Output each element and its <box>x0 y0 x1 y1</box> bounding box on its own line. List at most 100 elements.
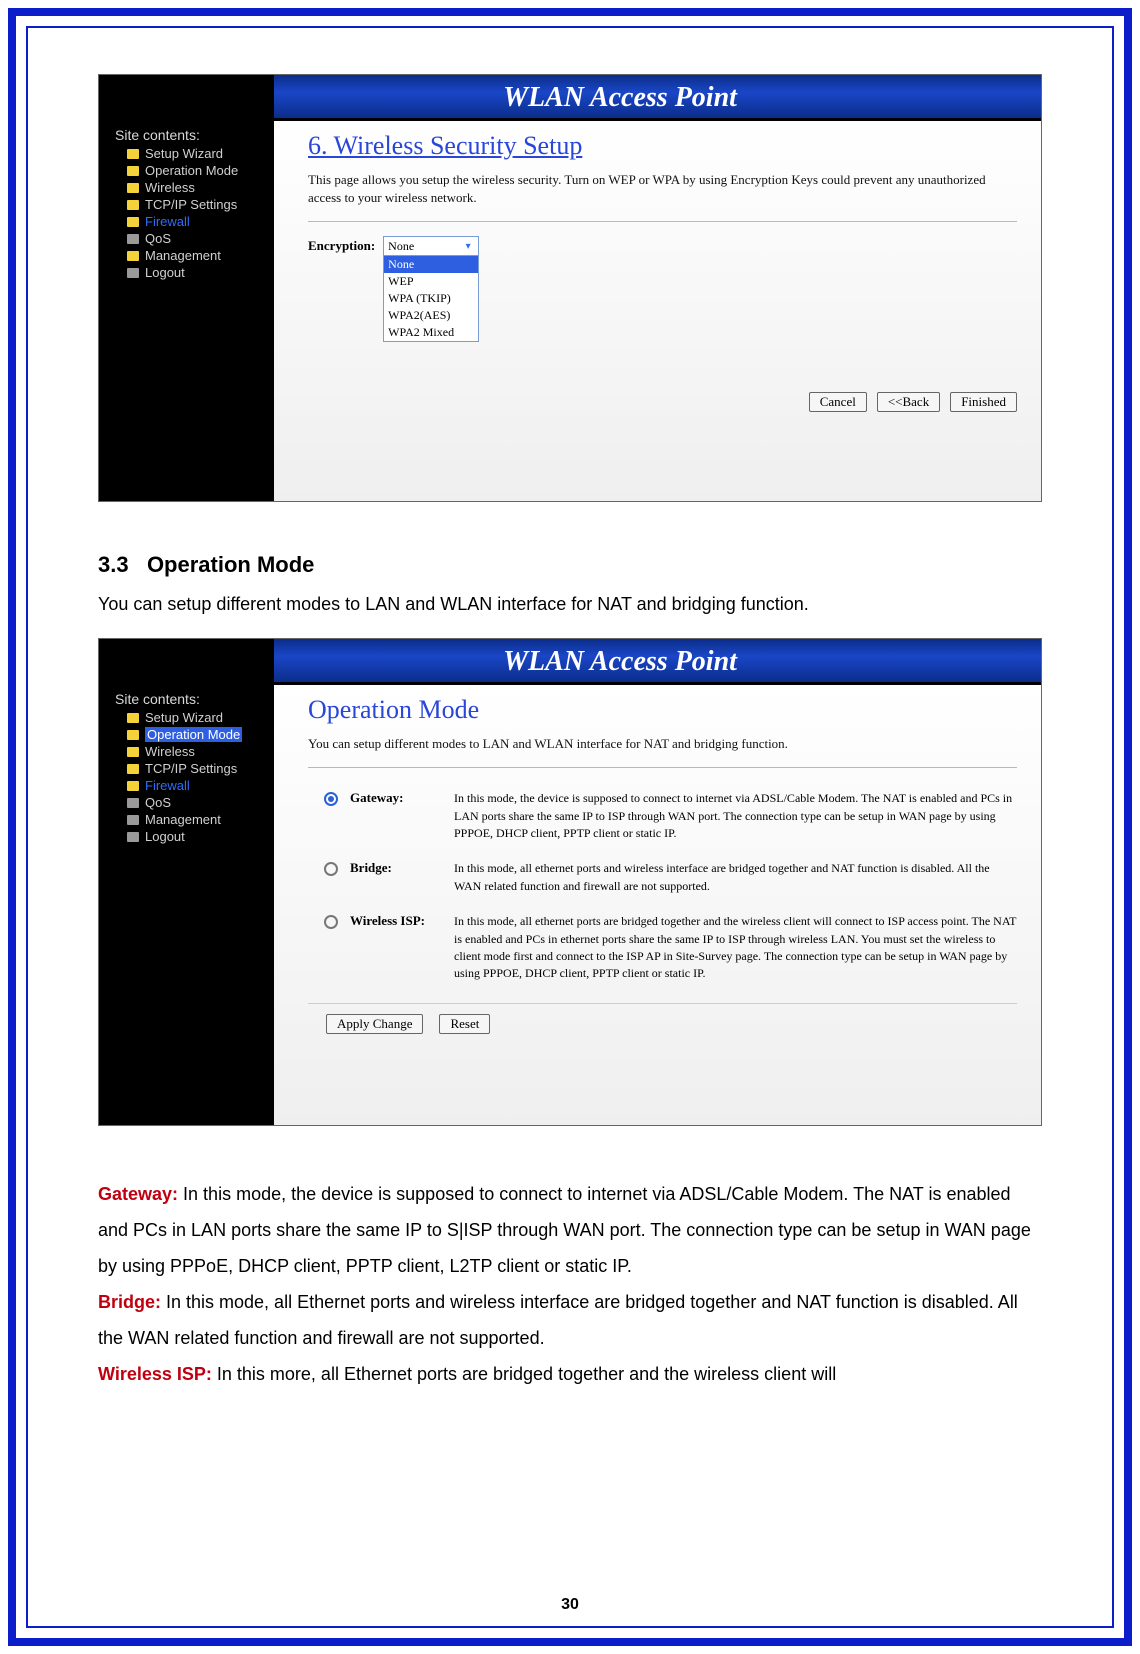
page-number: 30 <box>28 1596 1112 1614</box>
content-description: This page allows you setup the wireless … <box>308 171 1017 207</box>
section-heading: 3.3 Operation Mode <box>98 552 1042 578</box>
gateway-label: Gateway: <box>98 1184 178 1204</box>
folder-icon <box>127 815 139 825</box>
dropdown-option[interactable]: WPA (TKIP) <box>384 290 478 307</box>
folder-icon <box>127 200 139 210</box>
sidebar-item[interactable]: QoS <box>105 794 270 811</box>
bridge-text: In this mode, all Ethernet ports and wir… <box>98 1292 1018 1348</box>
sidebar-item-label: QoS <box>145 795 171 810</box>
sidebar-title: Site contents: <box>105 127 270 143</box>
screenshot-operation-mode: WLAN Access Point Site contents: Setup W… <box>98 638 1042 1126</box>
divider <box>308 767 1017 768</box>
folder-icon <box>127 781 139 791</box>
folder-icon <box>127 217 139 227</box>
sidebar-item-label: QoS <box>145 231 171 246</box>
radio-button[interactable] <box>324 915 338 929</box>
sidebar-item[interactable]: QoS <box>105 230 270 247</box>
wireless-isp-text: In this more, all Ethernet ports are bri… <box>212 1364 836 1384</box>
back-button[interactable]: <<Back <box>877 392 940 412</box>
folder-icon <box>127 730 139 740</box>
sidebar-item-label: Setup Wizard <box>145 146 223 161</box>
mode-row: Bridge: In this mode, all ethernet ports … <box>308 852 1017 905</box>
sidebar-item[interactable]: Management <box>105 247 270 264</box>
content-description: You can setup different modes to LAN and… <box>308 735 1017 753</box>
folder-icon <box>127 166 139 176</box>
sidebar-item[interactable]: TCP/IP Settings <box>105 196 270 213</box>
dropdown-option[interactable]: WPA2(AES) <box>384 307 478 324</box>
folder-icon <box>127 149 139 159</box>
sidebar-item[interactable]: Management <box>105 811 270 828</box>
divider <box>308 221 1017 222</box>
sidebar-item-label: Logout <box>145 829 185 844</box>
sidebar-item[interactable]: Firewall <box>105 777 270 794</box>
sidebar-item-label: Firewall <box>145 778 190 793</box>
folder-icon <box>127 251 139 261</box>
folder-icon <box>127 747 139 757</box>
bridge-label: Bridge: <box>98 1292 161 1312</box>
mode-label: Bridge: <box>350 860 442 876</box>
sidebar-item-label: Operation Mode <box>145 163 238 178</box>
folder-icon <box>127 713 139 723</box>
sidebar-item[interactable]: Logout <box>105 828 270 845</box>
dropdown-option[interactable]: None <box>384 256 478 273</box>
reset-button[interactable]: Reset <box>439 1014 490 1034</box>
sidebar-item[interactable]: TCP/IP Settings <box>105 760 270 777</box>
sidebar-item[interactable]: Logout <box>105 264 270 281</box>
sidebar-item-label: Operation Mode <box>145 727 242 742</box>
encryption-dropdown[interactable]: None ▾ NoneWEPWPA (TKIP)WPA2(AES)WPA2 Mi… <box>383 236 479 342</box>
mode-label: Wireless ISP: <box>350 913 442 929</box>
dropdown-option[interactable]: WPA2 Mixed <box>384 324 478 341</box>
sidebar-item-label: TCP/IP Settings <box>145 761 237 776</box>
folder-icon <box>127 234 139 244</box>
sidebar-item[interactable]: Wireless <box>105 179 270 196</box>
router-header: WLAN Access Point <box>99 639 1041 685</box>
mode-row: Gateway: In this mode, the device is supp… <box>308 782 1017 852</box>
sidebar-item-label: Management <box>145 812 221 827</box>
router-title: WLAN Access Point <box>99 639 1041 685</box>
sidebar-item[interactable]: Operation Mode <box>105 162 270 179</box>
sidebar-item-label: Wireless <box>145 744 195 759</box>
sidebar-item-label: TCP/IP Settings <box>145 197 237 212</box>
sidebar: Site contents: Setup Wizard Operation Mod… <box>99 121 274 501</box>
wireless-isp-label: Wireless ISP: <box>98 1364 212 1384</box>
sidebar-item-label: Management <box>145 248 221 263</box>
mode-label: Gateway: <box>350 790 442 806</box>
sidebar: Site contents: Setup Wizard Operation Mod… <box>99 685 274 1125</box>
mode-description: In this mode, all ethernet ports are bri… <box>454 913 1017 983</box>
sidebar-title: Site contents: <box>105 691 270 707</box>
content-title: 6. Wireless Security Setup <box>308 131 1017 161</box>
folder-icon <box>127 764 139 774</box>
sidebar-item[interactable]: Setup Wizard <box>105 709 270 726</box>
folder-icon <box>127 183 139 193</box>
sidebar-item[interactable]: Setup Wizard <box>105 145 270 162</box>
mode-description: In this mode, the device is supposed to … <box>454 790 1017 842</box>
dropdown-selected-value: None <box>388 239 414 254</box>
router-title: WLAN Access Point <box>99 75 1041 121</box>
sidebar-item[interactable]: Operation Mode <box>105 726 270 743</box>
sidebar-item-label: Wireless <box>145 180 195 195</box>
sidebar-item[interactable]: Wireless <box>105 743 270 760</box>
encryption-label: Encryption: <box>308 236 375 254</box>
folder-icon <box>127 798 139 808</box>
mode-description: In this mode, all ethernet ports and wir… <box>454 860 1017 895</box>
finished-button[interactable]: Finished <box>950 392 1017 412</box>
dropdown-option[interactable]: WEP <box>384 273 478 290</box>
sidebar-item-label: Setup Wizard <box>145 710 223 725</box>
cancel-button[interactable]: Cancel <box>809 392 867 412</box>
sidebar-item[interactable]: Firewall <box>105 213 270 230</box>
apply-change-button[interactable]: Apply Change <box>326 1014 423 1034</box>
gateway-text: In this mode, the device is supposed to … <box>98 1184 1031 1276</box>
router-header: WLAN Access Point <box>99 75 1041 121</box>
screenshot-wireless-security: WLAN Access Point Site contents: Setup W… <box>98 74 1042 502</box>
folder-icon <box>127 832 139 842</box>
sidebar-item-label: Logout <box>145 265 185 280</box>
folder-icon <box>127 268 139 278</box>
chevron-down-icon[interactable]: ▾ <box>460 238 476 254</box>
content-title: Operation Mode <box>308 695 1017 725</box>
mode-row: Wireless ISP: In this mode, all ethernet … <box>308 905 1017 993</box>
radio-button[interactable] <box>324 792 338 806</box>
radio-button[interactable] <box>324 862 338 876</box>
body-text: Gateway: In this mode, the device is sup… <box>98 1176 1042 1392</box>
sidebar-item-label: Firewall <box>145 214 190 229</box>
section-intro: You can setup different modes to LAN and… <box>98 586 1042 622</box>
